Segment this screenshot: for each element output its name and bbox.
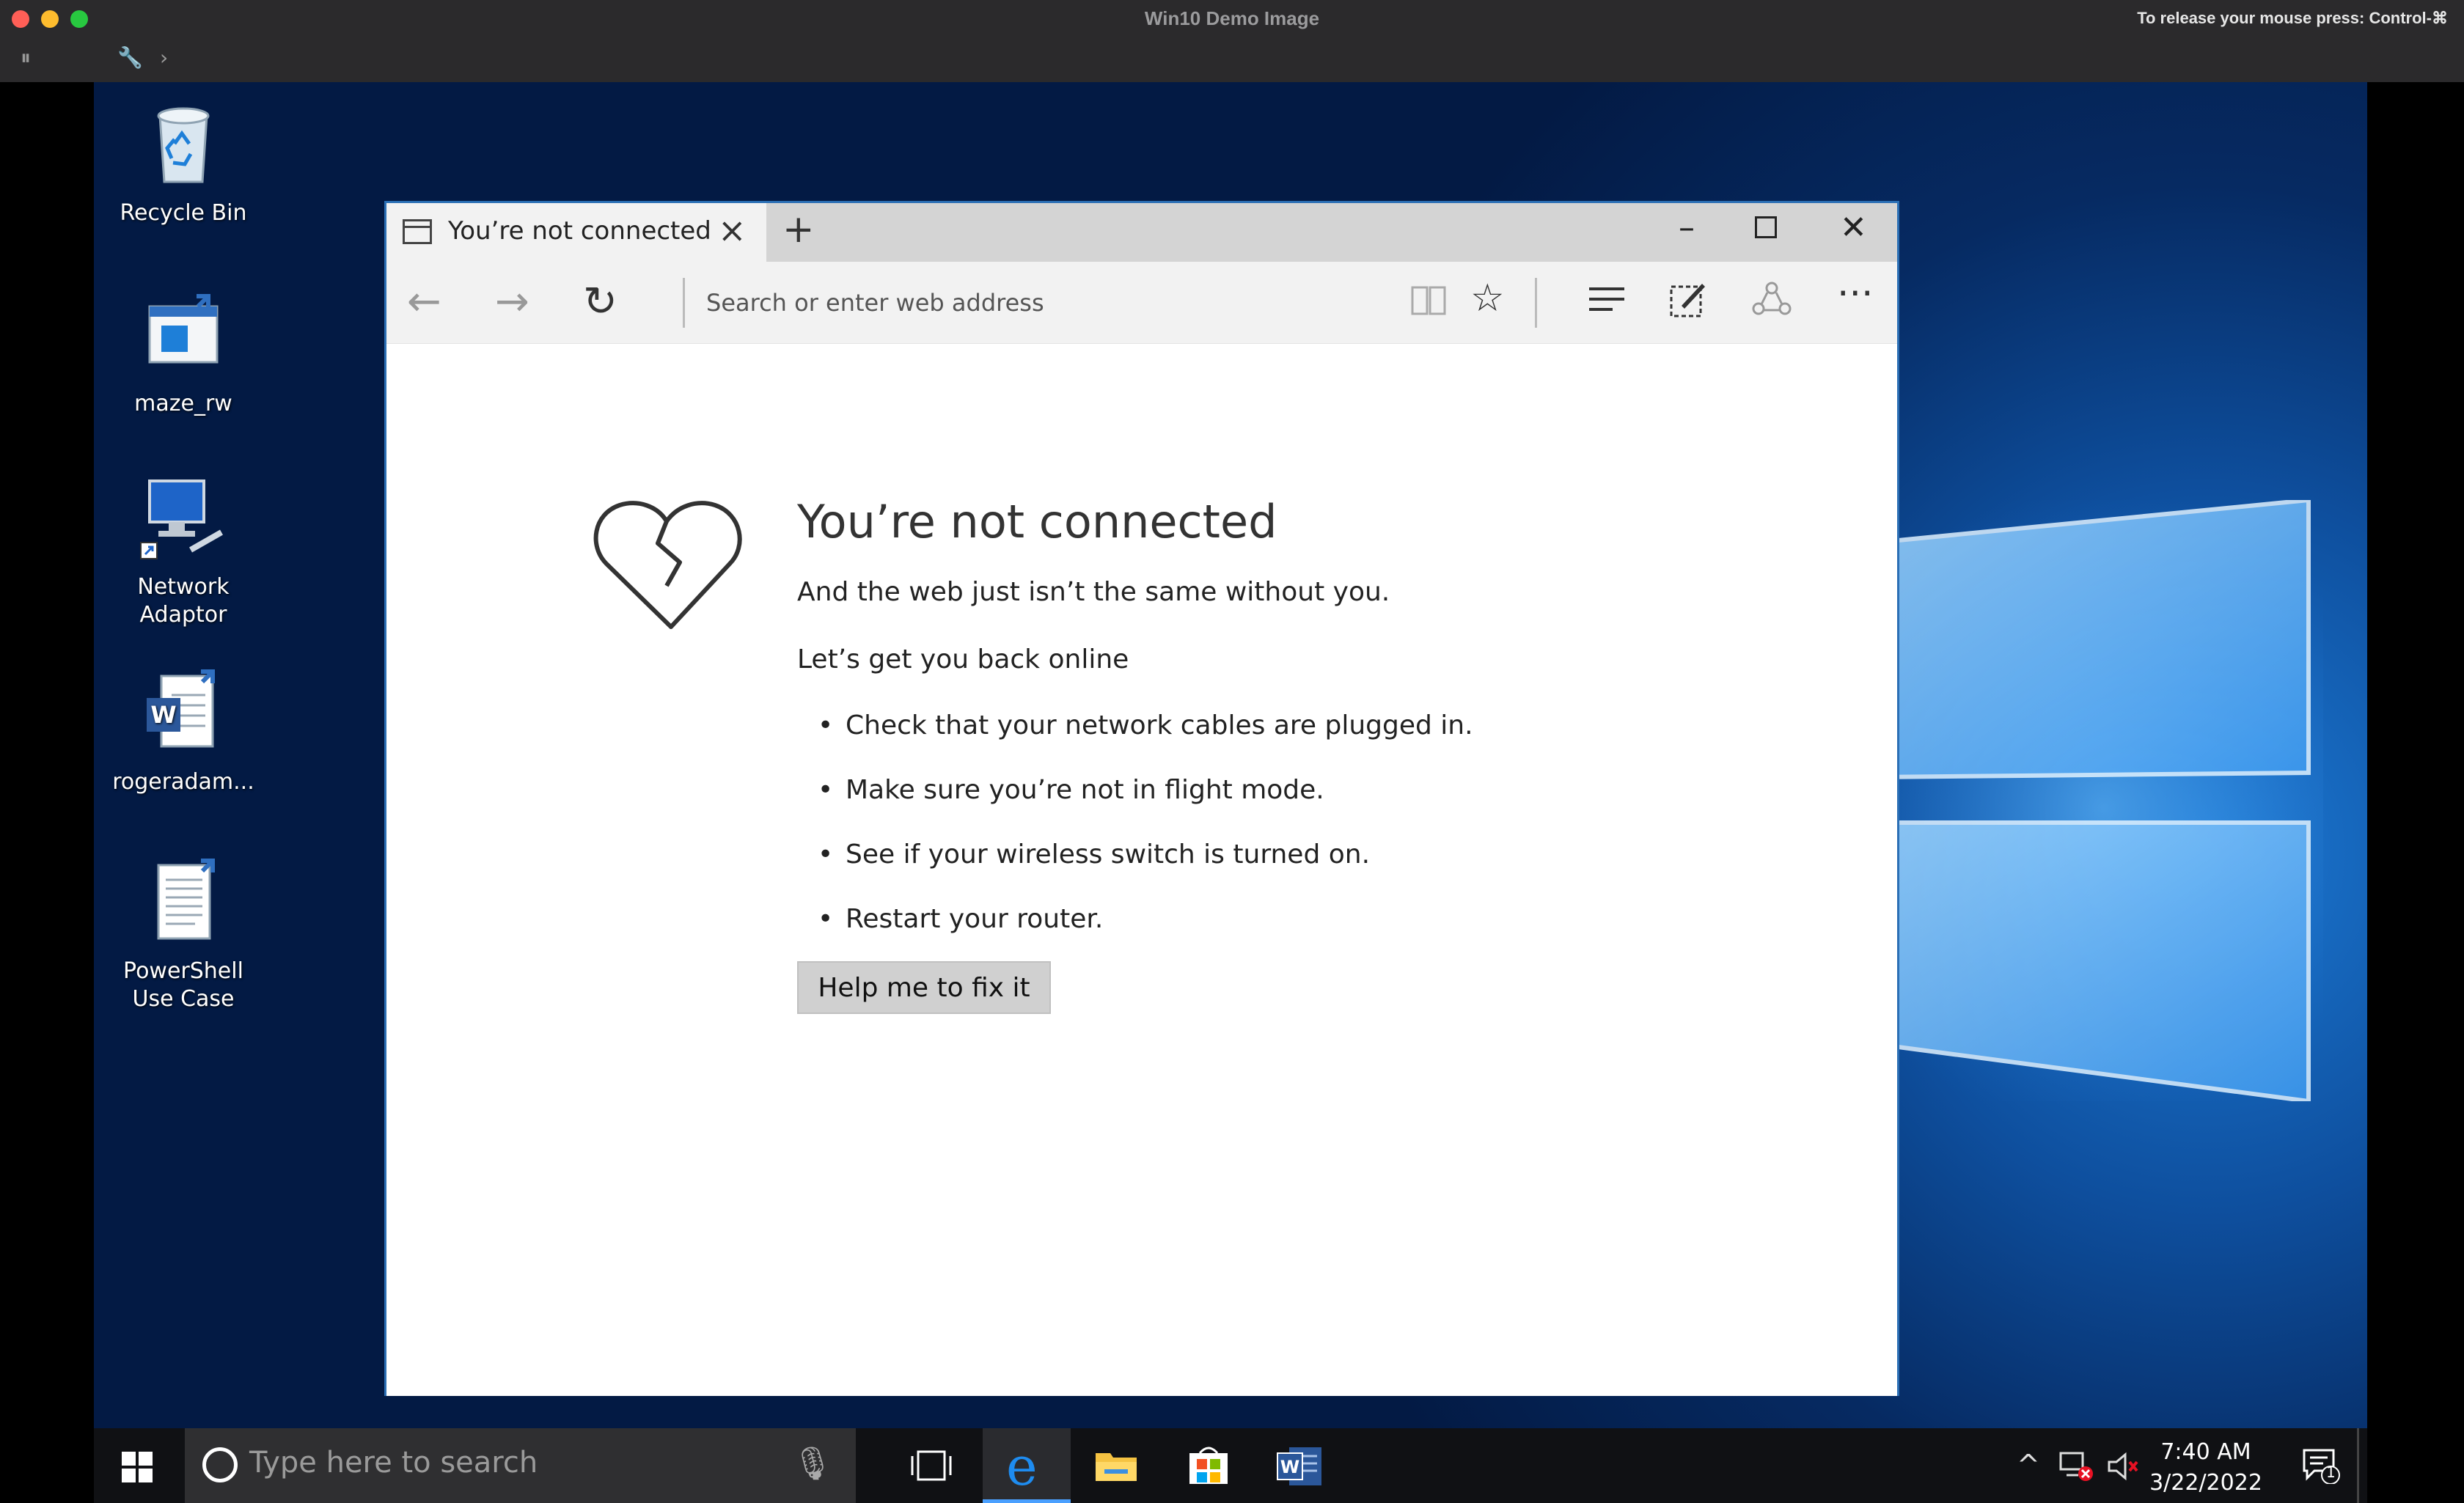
list-item: Check that your network cables are plugg… — [797, 710, 1473, 775]
store-icon — [1189, 1447, 1228, 1484]
desktop-icon-maze-rw[interactable]: maze_rw — [110, 290, 257, 418]
address-bar[interactable] — [705, 282, 1365, 323]
page-title: You’re not connected — [797, 495, 1277, 548]
more-button[interactable]: ··· — [1837, 272, 1874, 316]
network-computer-icon — [140, 479, 223, 559]
windows-logo-icon — [122, 1452, 136, 1466]
task-view-button[interactable] — [887, 1428, 975, 1503]
desktop-icon-label: rogeradam... — [112, 769, 254, 795]
cortana-icon — [202, 1447, 238, 1482]
close-tab-icon[interactable]: × — [718, 210, 747, 250]
vm-screen: Recycle Bin maze_rw Network Adaptor W ro… — [0, 82, 2464, 1503]
word-document-icon: W — [147, 669, 215, 748]
close-window-button[interactable]: ✕ — [1840, 209, 1867, 246]
edge-icon: e — [1006, 1436, 1038, 1497]
start-button[interactable] — [122, 1452, 153, 1482]
maximize-button[interactable] — [1755, 216, 1777, 238]
troubleshooting-list: Check that your network cables are plugg… — [797, 710, 1473, 969]
maximize-icon — [1755, 216, 1777, 238]
list-item: See if your wireless switch is turned on… — [797, 839, 1473, 904]
error-page: You’re not connected And the web just is… — [386, 344, 1897, 1396]
desktop-icon-powershell-use-case[interactable]: PowerShell Use Case — [110, 858, 257, 1013]
page-icon — [403, 219, 432, 244]
host-window-titlebar: Win10 Demo Image To release your mouse p… — [0, 0, 2464, 82]
web-note-button[interactable] — [1668, 279, 1708, 328]
tab-bar: You’re not connected × + – ✕ — [386, 203, 1897, 262]
system-clock[interactable]: 7:40 AM 3/22/2022 — [2133, 1437, 2279, 1499]
tab-title: You’re not connected — [448, 216, 711, 246]
wrench-icon[interactable]: 🔧 — [117, 45, 143, 70]
desktop-icon-label: PowerShell Use Case — [123, 958, 243, 1012]
book-icon — [1411, 286, 1446, 315]
forward-button[interactable]: → — [495, 278, 529, 326]
release-mouse-hint: To release your mouse press: Control-⌘ — [2137, 9, 2448, 27]
help-fix-button[interactable]: Help me to fix it — [797, 961, 1051, 1014]
network-status-icon — [2059, 1452, 2093, 1481]
svg-text:W: W — [1280, 1457, 1299, 1477]
desktop-icon-rogeradam[interactable]: W rogeradam... — [110, 669, 257, 796]
word-icon: W — [1277, 1447, 1321, 1485]
windows-logo-pane — [139, 1452, 153, 1466]
network-disconnected-icon[interactable] — [2059, 1450, 2094, 1489]
host-window-title: Win10 Demo Image — [1144, 7, 1320, 29]
error-subtitle: And the web just isn’t the same without … — [797, 577, 1390, 607]
share-icon — [1752, 282, 1792, 315]
hub-button[interactable] — [1586, 281, 1627, 325]
reading-view-button[interactable] — [1410, 282, 1447, 326]
back-button[interactable]: ← — [407, 278, 441, 326]
recycle-bin-icon — [157, 107, 210, 183]
tab-not-connected[interactable]: You’re not connected × — [386, 203, 766, 262]
list-item: Make sure you’re not in flight mode. — [797, 775, 1473, 839]
favorites-star-button[interactable]: ☆ — [1470, 276, 1505, 320]
desktop-icon-label: Network Adaptor — [137, 574, 230, 628]
list-item: Restart your router. — [797, 904, 1473, 969]
desktop[interactable]: Recycle Bin maze_rw Network Adaptor W ro… — [94, 82, 2367, 1428]
desktop-icon-network-adaptor[interactable]: Network Adaptor — [110, 474, 257, 629]
clock-date: 3/22/2022 — [2149, 1470, 2262, 1496]
hub-icon — [1589, 287, 1624, 311]
toolbar-separator — [1535, 278, 1537, 328]
new-tab-button[interactable]: + — [782, 207, 815, 251]
desktop-icon-recycle-bin[interactable]: Recycle Bin — [110, 100, 257, 227]
notification-count: 1 — [2326, 1463, 2336, 1481]
taskbar: Type here to search 🎙 e W ^ 7:40 AM 3/22… — [94, 1428, 2367, 1503]
refresh-button[interactable]: ↻ — [583, 278, 617, 326]
web-note-icon — [1670, 284, 1705, 317]
minimize-button[interactable]: – — [1679, 209, 1695, 246]
desktop-icon-label: Recycle Bin — [120, 200, 247, 226]
desktop-icon-label: maze_rw — [134, 391, 232, 416]
windows-logo-pane — [122, 1469, 136, 1482]
file-explorer-icon — [1096, 1453, 1137, 1481]
taskbar-word[interactable]: W — [1255, 1428, 1343, 1503]
show-hidden-icons[interactable]: ^ — [2017, 1449, 2040, 1481]
chevron-right-icon[interactable]: › — [160, 45, 168, 70]
microphone-icon[interactable]: 🎙 — [792, 1444, 833, 1482]
error-lead: Let’s get you back online — [797, 644, 1129, 675]
svg-text:W: W — [150, 701, 176, 729]
show-desktop-button[interactable] — [2357, 1428, 2359, 1503]
windows-logo-pane — [139, 1469, 153, 1482]
share-button[interactable] — [1752, 281, 1792, 327]
pause-icon[interactable]: ⏸ — [21, 45, 31, 70]
taskbar-search-box[interactable]: Type here to search 🎙 — [185, 1428, 856, 1503]
task-view-icon — [911, 1450, 952, 1481]
navigation-bar: ← → ↻ ☆ ··· — [386, 262, 1897, 344]
program-shortcut-icon — [148, 294, 219, 364]
edge-browser-window: You’re not connected × + – ✕ ← → ↻ Searc… — [384, 201, 1899, 1396]
broken-heart-icon — [593, 501, 742, 629]
action-center-button[interactable]: 1 — [2301, 1447, 2341, 1485]
search-placeholder: Type here to search — [249, 1446, 538, 1480]
address-separator — [683, 278, 685, 328]
taskbar-file-explorer[interactable] — [1072, 1428, 1160, 1503]
text-document-icon — [157, 859, 215, 940]
taskbar-edge[interactable]: e — [983, 1428, 1071, 1503]
taskbar-store[interactable] — [1165, 1428, 1253, 1503]
clock-time: 7:40 AM — [2160, 1439, 2251, 1465]
